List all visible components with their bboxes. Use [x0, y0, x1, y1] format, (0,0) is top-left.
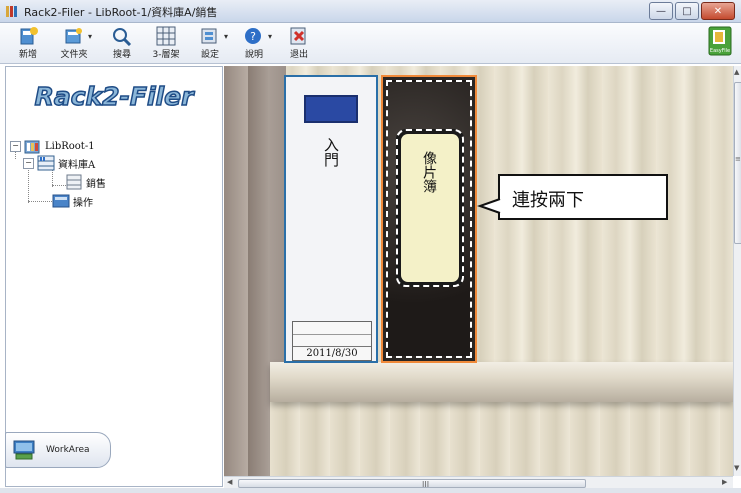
collapse-toggle[interactable]: −	[10, 140, 21, 152]
status-bar	[0, 488, 741, 493]
window-controls: — □ ✕	[649, 2, 735, 20]
shelf-layers-icon	[156, 26, 176, 46]
vertical-scroll-thumb[interactable]: ≡	[734, 82, 741, 244]
folder-tray-icon	[52, 194, 70, 208]
chevron-down-icon[interactable]: ▾	[88, 32, 92, 41]
scroll-left-icon[interactable]: ◀	[227, 478, 232, 486]
app-icon	[6, 6, 17, 17]
binder-label-area: 2011/8/30	[292, 321, 372, 361]
binder-date: 2011/8/30	[293, 346, 371, 360]
settings-icon	[201, 28, 217, 44]
navigation-pane: Rack2-Filer − LibRoot-1 − 資料庫A 銷售 操作	[5, 66, 223, 487]
search-button[interactable]: 搜尋	[102, 26, 142, 60]
tree-label: 操作	[73, 197, 93, 209]
binder-photo-album[interactable]: 像片簿	[381, 75, 477, 363]
grip-icon: ≡	[735, 155, 741, 163]
folder-button[interactable]: ▾ 文件夾	[54, 26, 94, 60]
workarea-button[interactable]: WorkArea	[5, 432, 111, 468]
folder-icon	[65, 28, 82, 44]
library-icon	[24, 140, 40, 154]
workarea-icon	[13, 440, 35, 460]
window-title: Rack2-Filer - LibRoot-1/資料庫A/銷售	[24, 6, 218, 19]
chevron-down-icon[interactable]: ▾	[224, 32, 228, 41]
tree-node-operations[interactable]: 操作	[52, 192, 93, 210]
layer-label: 3-層架	[152, 50, 180, 60]
callout-tooltip: 連按兩下	[498, 174, 668, 220]
minimize-button[interactable]: —	[649, 2, 673, 20]
maximize-button[interactable]: □	[675, 2, 699, 20]
logo-text: Rack2-Filer	[35, 82, 196, 111]
tree-node-sales[interactable]: 銷售	[66, 173, 106, 191]
toolbar: 新增 ▾ 文件夾 搜尋 3-層架 ▾ 設定 ? ▾ 說明 退出 EasyFile	[0, 23, 741, 64]
new-label: 新增	[18, 50, 37, 60]
layer-button[interactable]: 3-層架	[146, 26, 186, 60]
close-button[interactable]: ✕	[701, 2, 735, 20]
vertical-scrollbar[interactable]: ▲ ≡ ▼	[733, 66, 741, 476]
shelf-lower-area	[270, 402, 733, 476]
easyfile-icon: EasyFile	[708, 26, 732, 56]
new-binder-icon	[20, 27, 38, 45]
tree-label: LibRoot-1	[45, 140, 95, 152]
tree-label: 資料庫A	[58, 159, 96, 171]
callout-text: 連按兩下	[512, 190, 584, 211]
new-button[interactable]: 新增	[8, 26, 48, 60]
easyfile-label: EasyFile	[710, 48, 730, 54]
collapse-toggle[interactable]: −	[23, 157, 34, 169]
rack2-filer-logo: Rack2-Filer	[34, 81, 196, 112]
search-icon	[113, 28, 132, 46]
binder-tab	[304, 95, 358, 123]
folder-label: 文件夾	[60, 50, 88, 60]
tree-node-libroot[interactable]: − LibRoot-1	[10, 137, 95, 155]
binder-title: 入門	[322, 137, 340, 167]
shelf-view: 入門 2011/8/30 像片簿 連按兩下	[224, 66, 733, 476]
shelf-icon	[37, 155, 55, 171]
cabinet-icon	[66, 174, 82, 190]
binder-spine-label: 像片簿	[396, 129, 464, 287]
binder-title: 像片簿	[421, 151, 437, 193]
callout-pointer	[476, 198, 501, 214]
exit-button[interactable]: 退出	[279, 26, 319, 60]
scroll-up-icon[interactable]: ▲	[734, 68, 739, 76]
svg-text:?: ?	[250, 30, 256, 43]
binder-intro[interactable]: 入門 2011/8/30	[284, 75, 378, 363]
workarea-label: WorkArea	[46, 445, 90, 455]
exit-label: 退出	[289, 50, 308, 60]
tree-label: 銷售	[86, 178, 106, 190]
help-icon: ?	[245, 28, 261, 44]
title-bar: Rack2-Filer - LibRoot-1/資料庫A/銷售 — □ ✕	[0, 0, 741, 23]
settings-label: 設定	[200, 50, 219, 60]
search-label: 搜尋	[112, 50, 131, 60]
chevron-down-icon[interactable]: ▾	[268, 32, 272, 41]
scroll-right-icon[interactable]: ▶	[722, 478, 727, 486]
horizontal-scroll-thumb[interactable]: III	[238, 479, 586, 489]
exit-icon	[290, 27, 306, 45]
help-button[interactable]: ? ▾ 說明	[234, 26, 274, 60]
tree-node-database-a[interactable]: − 資料庫A	[23, 154, 95, 172]
scroll-down-icon[interactable]: ▼	[734, 464, 739, 472]
settings-button[interactable]: ▾ 設定	[190, 26, 230, 60]
shelf-board	[270, 362, 733, 402]
easyfile-button[interactable]: EasyFile	[703, 26, 737, 60]
help-label: 說明	[244, 50, 263, 60]
